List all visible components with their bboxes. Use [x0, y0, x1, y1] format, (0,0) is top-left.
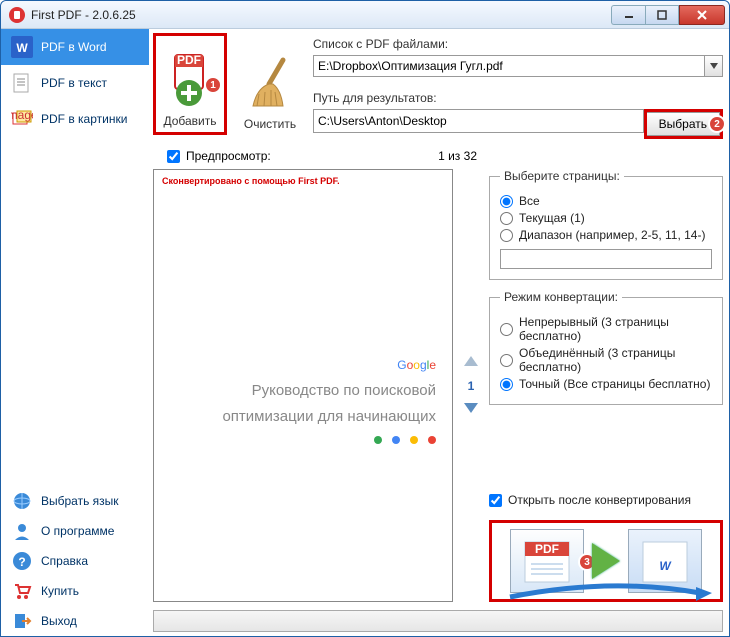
person-icon — [11, 520, 33, 542]
sidebar-item-help[interactable]: ? Справка — [1, 546, 149, 576]
pages-all-option[interactable]: Все — [500, 194, 712, 208]
sidebar-item-label: Купить — [41, 584, 79, 598]
svg-text:Images: Images — [11, 108, 33, 122]
preview-watermark: Сконвертировано с помощью First PDF. — [154, 170, 452, 192]
add-button[interactable]: PDF 1 Добавить — [153, 33, 227, 135]
sidebar-item-label: Выход — [41, 614, 77, 628]
pages-range-option[interactable]: Диапазон (например, 2-5, 11, 14-) — [500, 228, 712, 242]
add-pdf-icon: PDF 1 — [160, 50, 220, 110]
globe-icon — [11, 490, 33, 512]
broom-icon — [240, 53, 300, 113]
mode-exact-option[interactable]: Точный (Все страницы бесплатно) — [500, 377, 712, 391]
add-button-label: Добавить — [163, 114, 216, 128]
step-badge-2: 2 — [708, 115, 726, 133]
preview-pane: Сконвертировано с помощью First PDF. Goo… — [153, 169, 453, 602]
minimize-button[interactable] — [611, 5, 645, 25]
step-badge-1: 1 — [204, 76, 222, 94]
color-dots — [374, 436, 436, 444]
pages-legend: Выберите страницы: — [500, 169, 624, 183]
text-icon — [11, 72, 33, 94]
svg-text:?: ? — [18, 555, 25, 569]
sidebar-item-pdf-to-word[interactable]: W PDF в Word — [1, 29, 149, 65]
convert-button[interactable]: PDF 3 W — [489, 520, 723, 602]
dest-path-label: Путь для результатов: — [313, 91, 723, 105]
page-down-button[interactable] — [462, 401, 480, 418]
arrow-icon — [500, 583, 730, 601]
exit-icon — [11, 610, 33, 632]
preview-checkbox[interactable] — [167, 150, 180, 163]
page-counter: 1 из 32 — [438, 149, 477, 163]
clear-button-label: Очистить — [244, 117, 296, 131]
dest-path-input[interactable] — [313, 109, 644, 133]
mode-legend: Режим конвертации: — [500, 290, 622, 304]
sidebar-item-buy[interactable]: Купить — [1, 576, 149, 606]
close-button[interactable] — [679, 5, 725, 25]
page-up-button[interactable] — [462, 354, 480, 371]
sidebar: W PDF в Word PDF в текст Images PDF в ка… — [1, 29, 149, 636]
sidebar-item-label: PDF в картинки — [41, 112, 127, 126]
sidebar-item-label: Выбрать язык — [41, 494, 119, 508]
word-icon: W — [11, 36, 33, 58]
mode-continuous-option[interactable]: Непрерывный (3 страницы бесплатно) — [500, 315, 712, 343]
pages-group: Выберите страницы: Все Текущая (1) Диапа… — [489, 169, 723, 280]
doc-title-line2: оптимизации для начинающих — [222, 407, 436, 427]
cart-icon — [11, 580, 33, 602]
sidebar-item-pdf-to-text[interactable]: PDF в текст — [1, 65, 149, 101]
maximize-button[interactable] — [645, 5, 679, 25]
open-after-label: Открыть после конвертирования — [508, 493, 691, 507]
pages-range-input[interactable] — [500, 249, 712, 269]
source-list-label: Список с PDF файлами: — [313, 37, 723, 51]
app-icon — [9, 7, 25, 23]
mode-group: Режим конвертации: Непрерывный (3 страни… — [489, 290, 723, 405]
current-page-number: 1 — [468, 379, 475, 393]
sidebar-item-exit[interactable]: Выход — [1, 606, 149, 636]
doc-title-line1: Руководство по поисковой — [252, 381, 436, 401]
sidebar-item-label: Справка — [41, 554, 88, 568]
sidebar-item-pdf-to-images[interactable]: Images PDF в картинки — [1, 101, 149, 137]
sidebar-item-label: PDF в текст — [41, 76, 107, 90]
preview-label: Предпросмотр: — [186, 149, 271, 163]
titlebar: First PDF - 2.0.6.25 — [1, 1, 729, 29]
help-icon: ? — [11, 550, 33, 572]
status-bar — [153, 610, 723, 632]
clear-button[interactable]: Очистить — [233, 33, 307, 135]
open-after-checkbox[interactable] — [489, 494, 502, 507]
open-after-checkbox-row[interactable]: Открыть после конвертирования — [489, 493, 723, 507]
svg-text:W: W — [16, 41, 28, 55]
play-icon — [592, 543, 620, 579]
mode-merged-option[interactable]: Объединённый (3 страницы бесплатно) — [500, 346, 712, 374]
sidebar-item-label: PDF в Word — [41, 40, 107, 54]
sidebar-item-label: О программе — [41, 524, 114, 538]
images-icon: Images — [11, 108, 33, 130]
svg-text:PDF: PDF — [177, 53, 201, 67]
svg-text:W: W — [659, 559, 672, 573]
pages-current-option[interactable]: Текущая (1) — [500, 211, 712, 225]
window-title: First PDF - 2.0.6.25 — [31, 8, 611, 22]
google-logo: Google — [397, 349, 436, 375]
svg-text:PDF: PDF — [535, 542, 559, 556]
source-dropdown-button[interactable] — [705, 55, 723, 77]
source-file-input[interactable] — [313, 55, 705, 77]
sidebar-item-language[interactable]: Выбрать язык — [1, 486, 149, 516]
sidebar-item-about[interactable]: О программе — [1, 516, 149, 546]
